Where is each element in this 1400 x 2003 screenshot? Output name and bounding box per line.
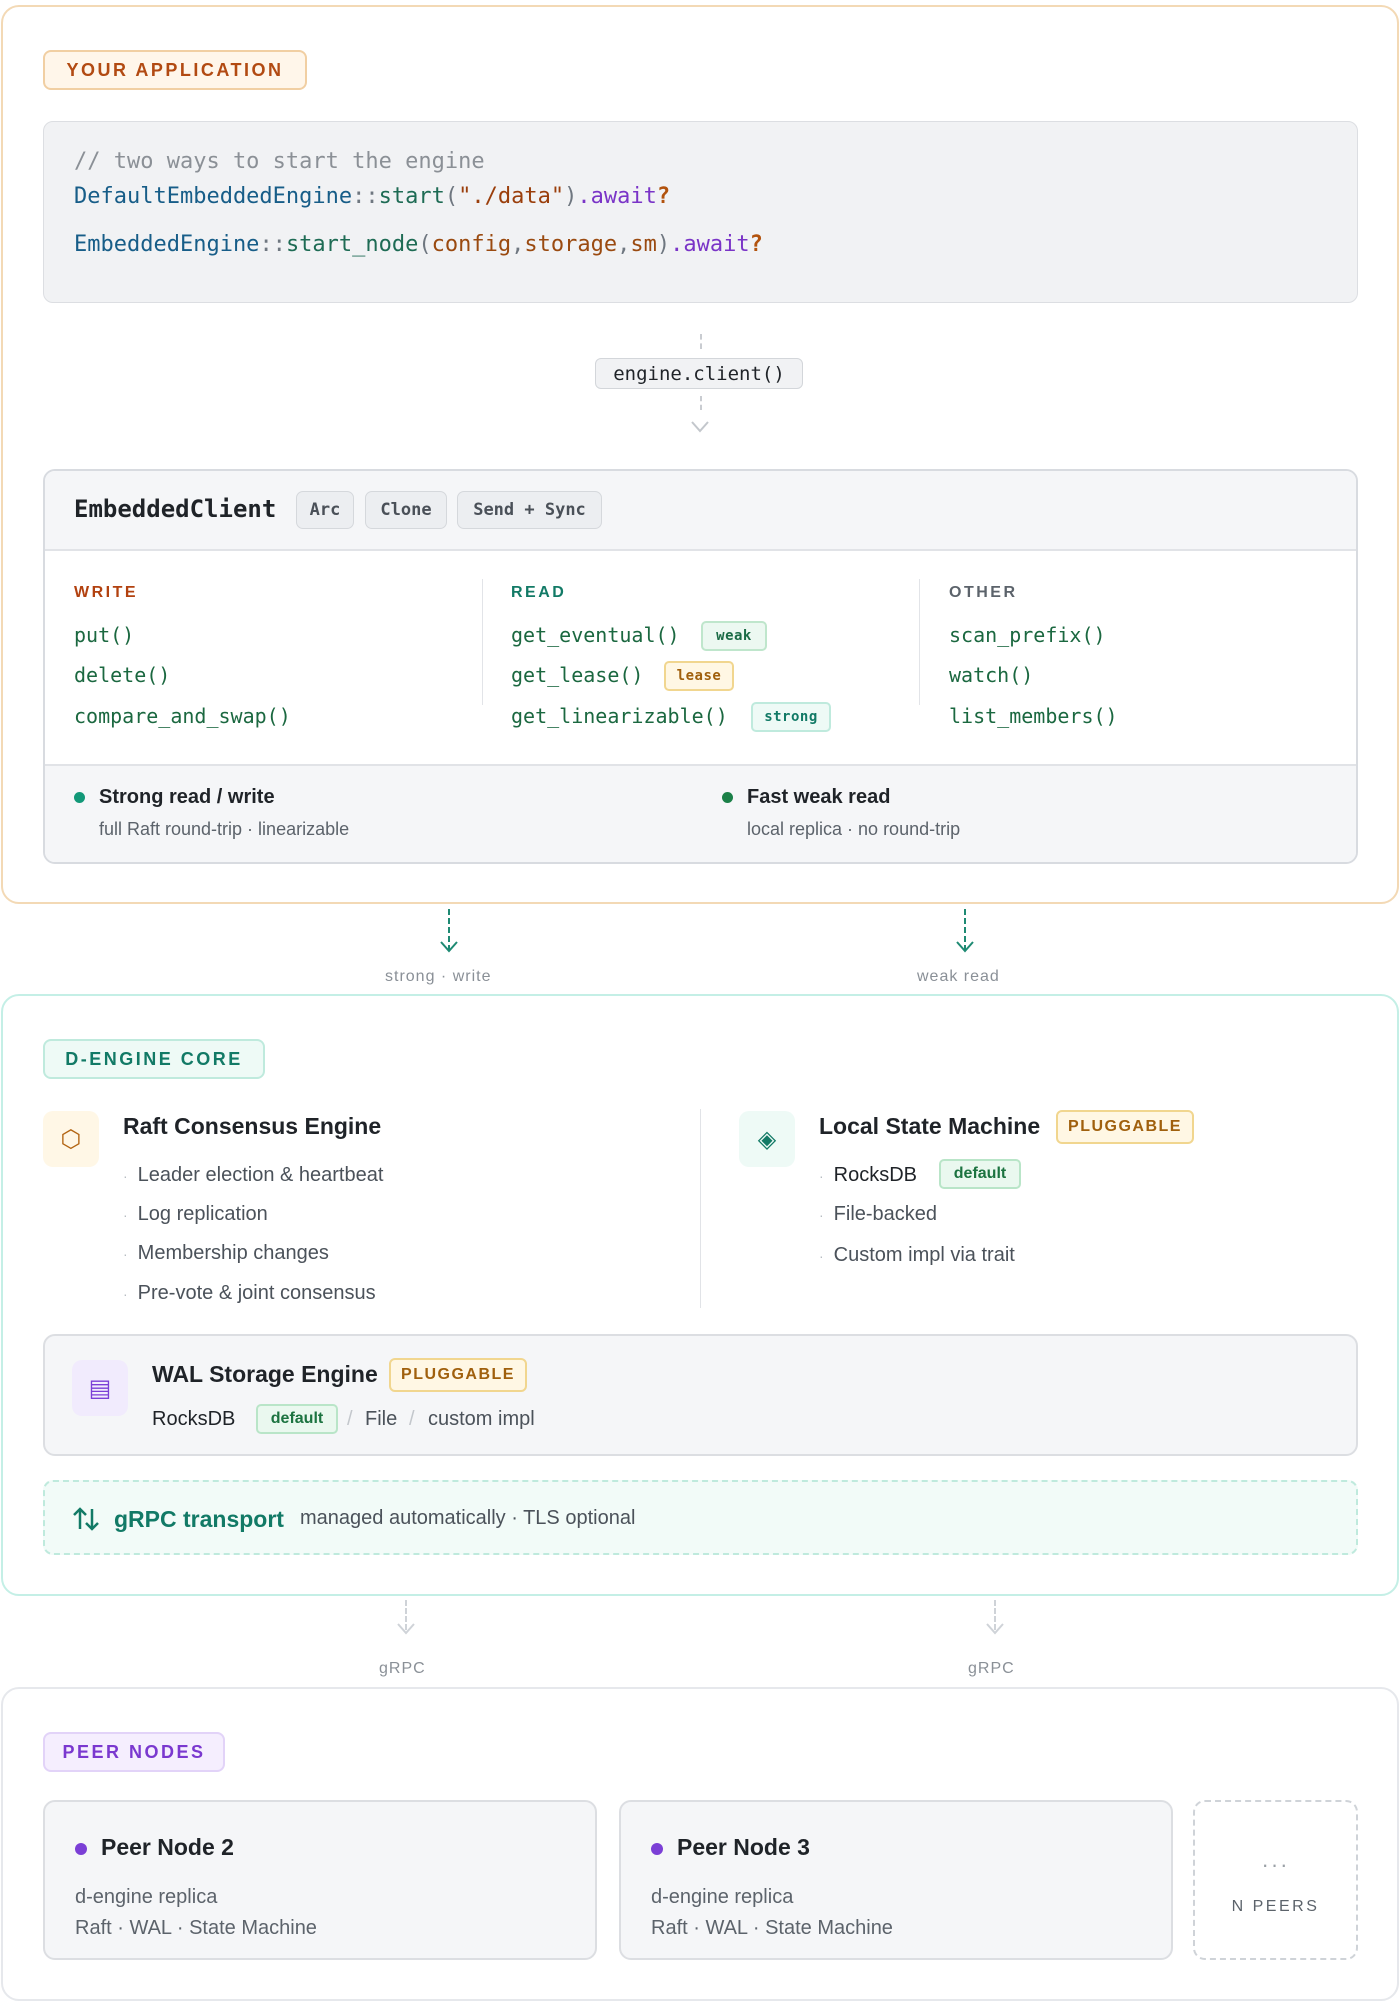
method-get-lease: get_lease() xyxy=(511,663,644,687)
raft-title: Raft Consensus Engine xyxy=(123,1113,382,1139)
method-watch: watch() xyxy=(949,663,1034,687)
weak-legend-subtitle: local replica · no round-trip xyxy=(747,819,961,839)
method-scan-prefix: scan_prefix() xyxy=(949,623,1106,647)
peer-node-card: Peer Node 2 d-engine replica Raft · WAL … xyxy=(43,1800,597,1960)
arrow-down-icon xyxy=(986,1623,1004,1635)
state-machine-title: Local State Machine xyxy=(819,1113,1041,1139)
pluggable-badge: PLUGGABLE xyxy=(389,1358,527,1392)
peer-node-components: Raft · WAL · State Machine xyxy=(651,1917,893,1939)
wal-option-custom: custom impl xyxy=(428,1408,535,1430)
n-peers-card: ··· N PEERS xyxy=(1193,1800,1358,1960)
consistency-legend: Strong read / write full Raft round-trip… xyxy=(45,764,1356,862)
hexagon-icon: ⬡ xyxy=(43,1111,99,1167)
grpc-subtitle: managed automatically · TLS optional xyxy=(300,1507,636,1529)
weak-read-label: weak read xyxy=(917,968,1000,985)
default-badge: default xyxy=(939,1159,1021,1189)
raft-item: · Membership changes xyxy=(123,1242,329,1264)
strong-legend-title: Strong read / write xyxy=(99,786,275,808)
lease-badge: lease xyxy=(664,661,734,691)
strong-dot-icon xyxy=(74,792,85,803)
method-get-linearizable: get_linearizable() xyxy=(511,704,728,728)
connector-line xyxy=(700,396,702,410)
weak-badge: weak xyxy=(701,621,767,651)
arrow-down-icon xyxy=(397,1623,415,1635)
other-column-heading: OTHER xyxy=(949,584,1018,601)
application-section-tag: YOUR APPLICATION xyxy=(43,50,307,90)
method-delete: delete() xyxy=(74,663,171,687)
state-machine-item: · Custom impl via trait xyxy=(819,1244,1015,1266)
code-snippet: // two ways to start the engine DefaultE… xyxy=(43,121,1358,303)
peer-status-dot-icon xyxy=(75,1843,87,1855)
column-divider xyxy=(482,579,483,705)
n-peers-label: N PEERS xyxy=(1231,1898,1320,1915)
code-line-start-node: EmbeddedEngine::start_node(config,storag… xyxy=(74,232,763,257)
arrow-down-icon xyxy=(956,941,974,953)
grpc-label: gRPC xyxy=(379,1660,426,1677)
connector-line xyxy=(700,334,702,349)
write-column-heading: WRITE xyxy=(74,584,139,601)
state-machine-item: · File-backed xyxy=(819,1203,938,1225)
default-badge: default xyxy=(256,1404,338,1434)
method-compare-and-swap: compare_and_swap() xyxy=(74,704,291,728)
peer-node-subtitle: d-engine replica xyxy=(75,1886,218,1908)
grpc-label: gRPC xyxy=(968,1660,1015,1677)
peer-node-subtitle: d-engine replica xyxy=(651,1886,794,1908)
storage-icon: ▤ xyxy=(72,1360,128,1416)
trait-badge-send-sync: Send + Sync xyxy=(457,491,602,529)
raft-item: · Leader election & heartbeat xyxy=(123,1164,384,1186)
strong-legend-subtitle: full Raft round-trip · linearizable xyxy=(99,819,350,839)
peer-node-title: Peer Node 2 xyxy=(101,1834,234,1860)
strong-write-label: strong · write xyxy=(385,968,492,985)
raft-item: · Log replication xyxy=(123,1203,268,1225)
separator-slash: / xyxy=(409,1408,415,1430)
code-comment: // two ways to start the engine xyxy=(74,149,485,174)
raft-item: · Pre-vote & joint consensus xyxy=(123,1282,376,1304)
transfer-arrows-icon xyxy=(73,1507,99,1531)
arrow-down-icon xyxy=(440,941,458,953)
separator-slash: / xyxy=(347,1408,353,1430)
core-divider xyxy=(700,1109,701,1308)
weak-legend-title: Fast weak read xyxy=(747,786,891,808)
weak-dot-icon xyxy=(722,792,733,803)
trait-badge-arc: Arc xyxy=(296,491,354,529)
trait-badge-clone: Clone xyxy=(365,491,447,529)
peer-node-title: Peer Node 3 xyxy=(677,1834,810,1860)
embedded-client-header: EmbeddedClient Arc Clone Send + Sync xyxy=(45,471,1356,551)
peer-section-tag: PEER NODES xyxy=(43,1732,225,1772)
pluggable-badge: PLUGGABLE xyxy=(1056,1110,1194,1144)
state-machine-item: · RocksDB xyxy=(819,1164,918,1186)
column-divider xyxy=(919,579,920,705)
ellipsis-icon: ··· xyxy=(1261,1852,1290,1877)
core-section-tag: D-ENGINE CORE xyxy=(43,1039,265,1079)
method-get-eventual: get_eventual() xyxy=(511,623,680,647)
code-line-default-start: DefaultEmbeddedEngine::start("./data").a… xyxy=(74,184,671,209)
arrow-down-icon xyxy=(691,421,709,433)
engine-client-call: engine.client() xyxy=(595,358,803,389)
embedded-client-title: EmbeddedClient xyxy=(74,495,277,523)
peer-node-card: Peer Node 3 d-engine replica Raft · WAL … xyxy=(619,1800,1173,1960)
grpc-title: gRPC transport xyxy=(114,1506,284,1532)
peer-node-components: Raft · WAL · State Machine xyxy=(75,1917,317,1939)
method-put: put() xyxy=(74,623,135,647)
grpc-transport-bar: gRPC transport managed automatically · T… xyxy=(43,1480,1358,1555)
wal-title: WAL Storage Engine xyxy=(152,1361,378,1387)
embedded-client-card: EmbeddedClient Arc Clone Send + Sync WRI… xyxy=(43,469,1358,864)
wal-option-rocksdb: RocksDB xyxy=(152,1408,236,1430)
diamond-icon: ◈ xyxy=(739,1111,795,1167)
method-list-members: list_members() xyxy=(949,704,1118,728)
strong-badge: strong xyxy=(751,702,831,732)
wal-storage-card: ▤ WAL Storage Engine PLUGGABLE RocksDB d… xyxy=(43,1334,1358,1456)
peer-status-dot-icon xyxy=(651,1843,663,1855)
wal-option-file: File xyxy=(365,1408,398,1430)
read-column-heading: READ xyxy=(511,584,567,601)
